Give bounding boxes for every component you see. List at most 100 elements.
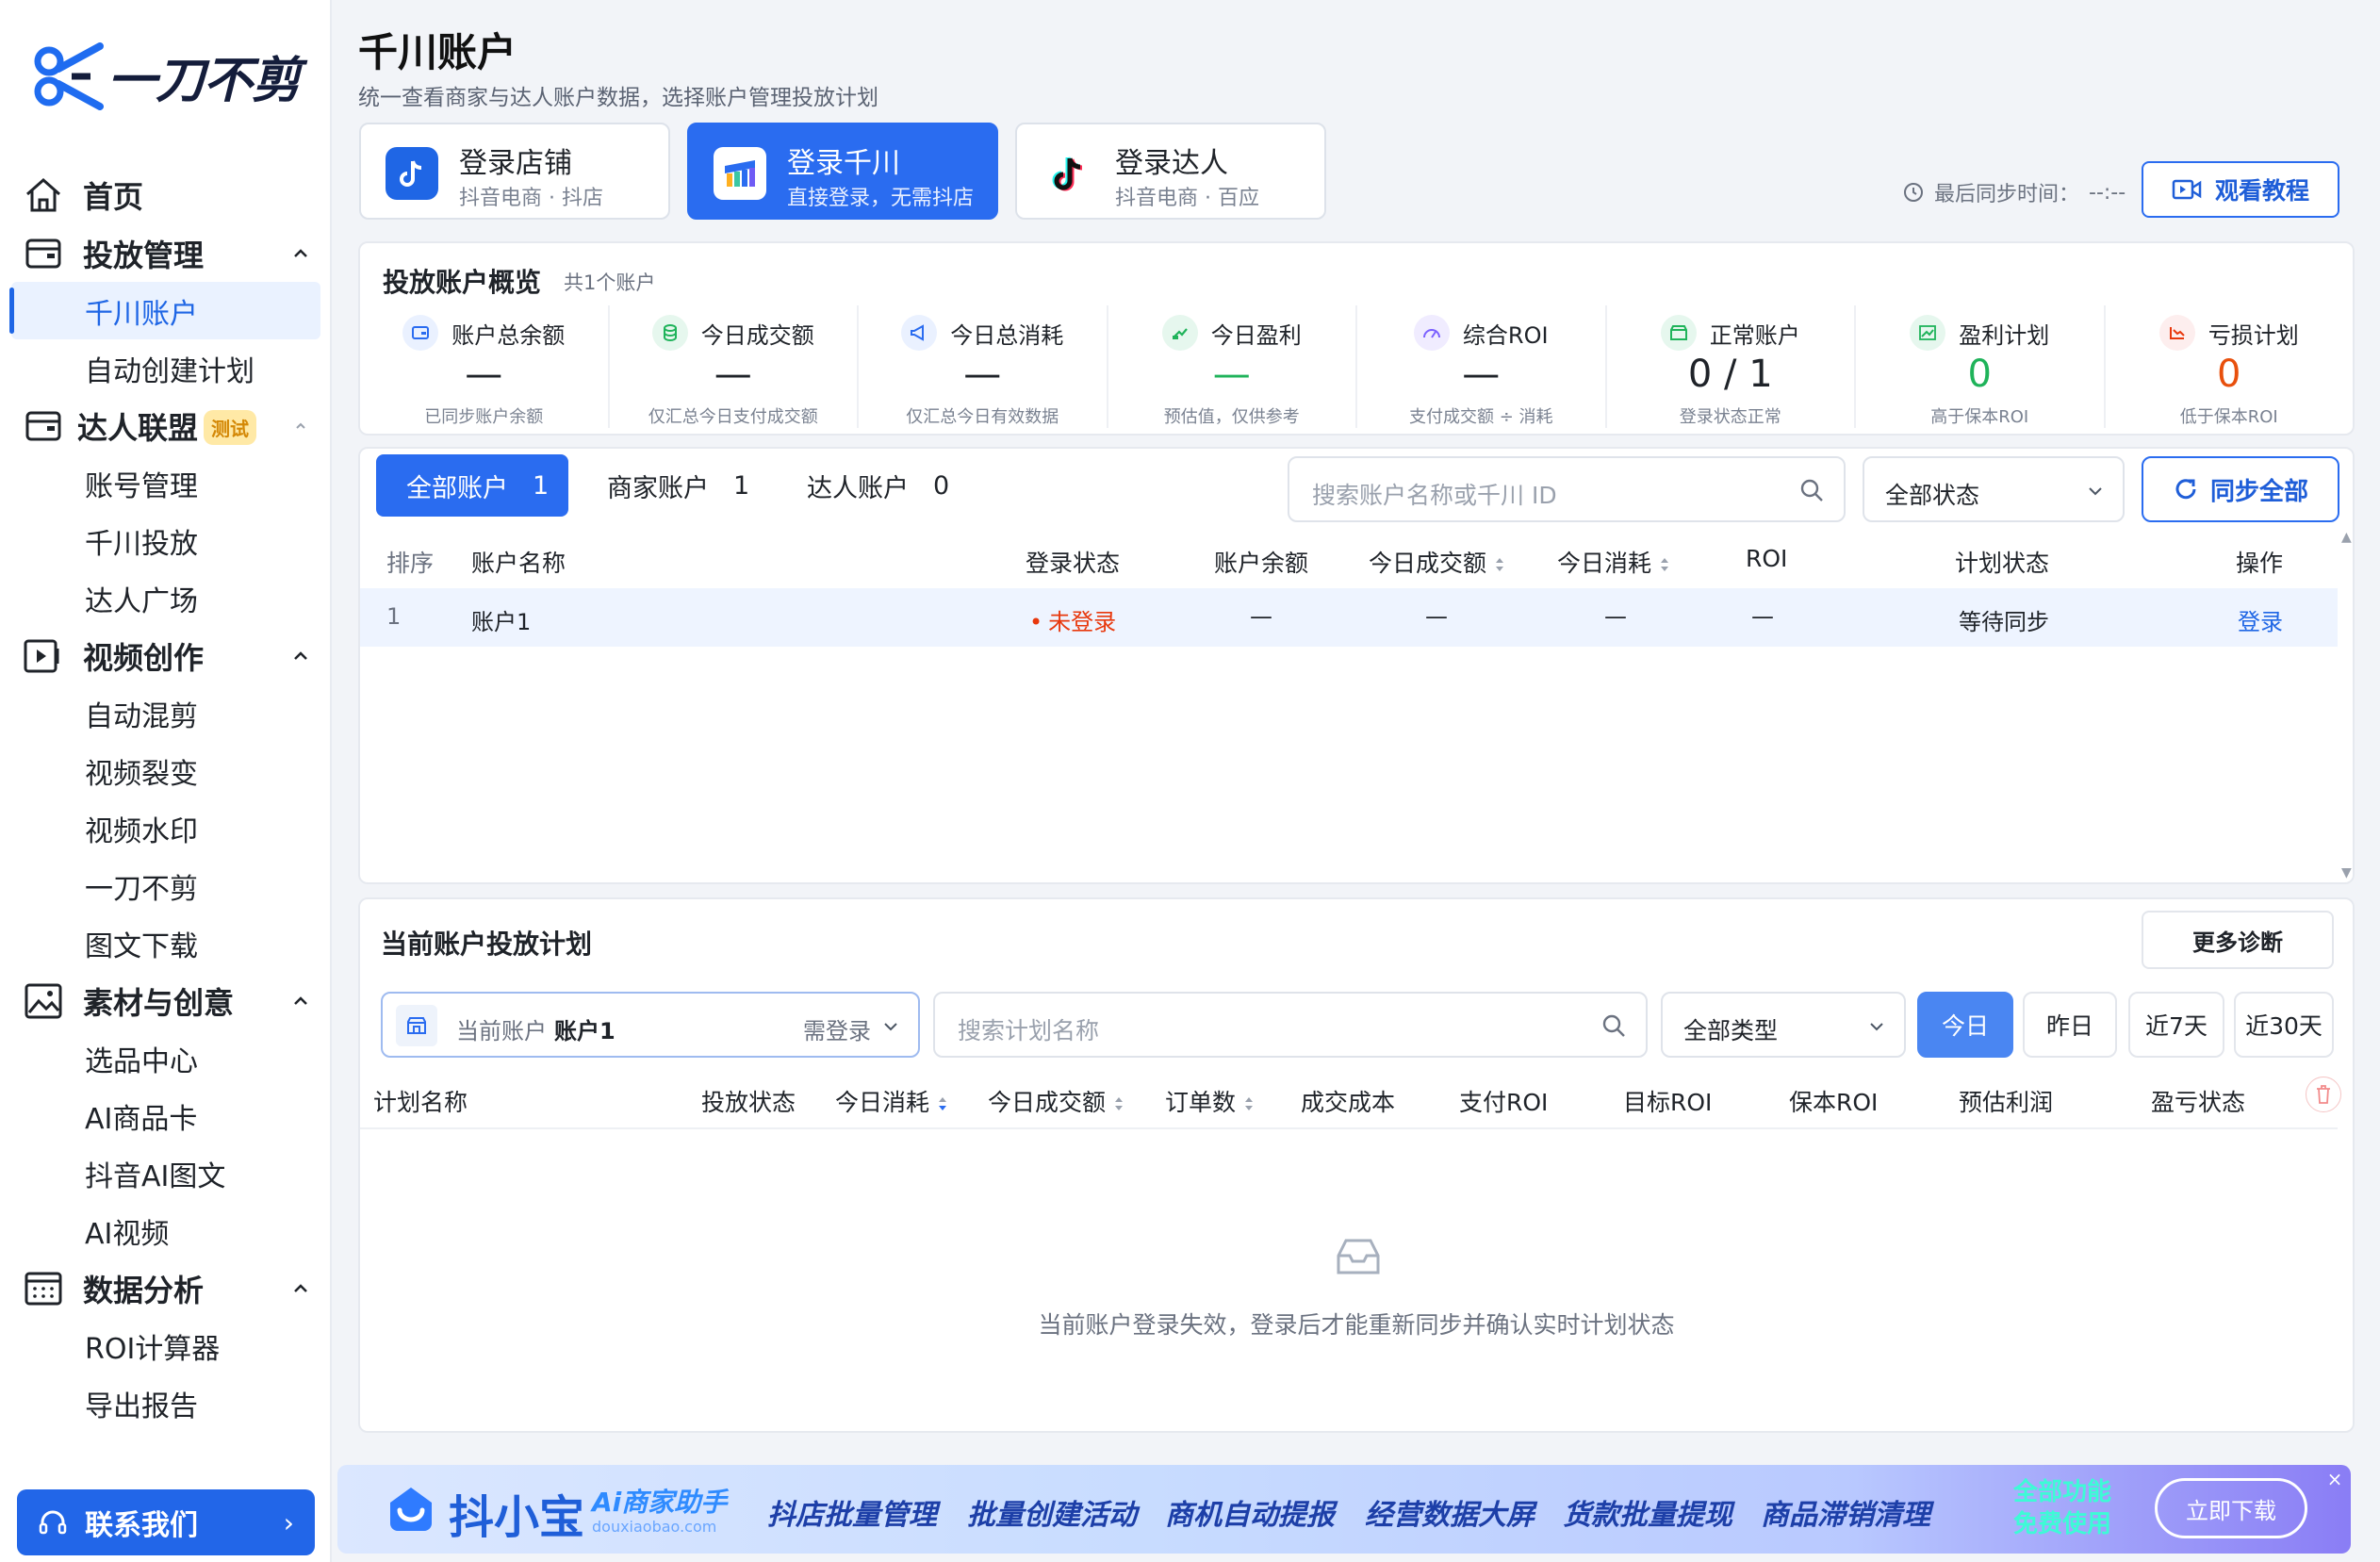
tab-all-accounts[interactable]: 全部账户 1 (376, 454, 568, 517)
tab-influencer-accounts[interactable]: 达人账户 0 (779, 454, 963, 517)
trend-up-icon (1910, 315, 1946, 351)
metric-label: 综合ROI (1462, 321, 1549, 349)
col-today-cost[interactable]: 今日消耗 (835, 1084, 948, 1118)
sidebar-group-ads[interactable]: 投放管理 (0, 224, 332, 282)
sidebar-item-home[interactable]: 首页 (0, 166, 332, 224)
day-today-button[interactable]: 今日 (1917, 992, 2013, 1058)
sidebar-nav: 首页 投放管理 千川账户 自动创建计划 达人联盟 测试 账号管理 千川投放 达人… (0, 166, 332, 1432)
sidebar-item-auto-create-plan[interactable]: 自动创建计划 (0, 339, 332, 397)
tab-merchant-accounts[interactable]: 商家账户 1 (577, 454, 762, 517)
metric-loss-plans: 亏损计划 0 低于保本ROI (2106, 305, 2354, 428)
metric-today-cost: 今日总消耗 — 仅汇总今日有效数据 (859, 305, 1108, 428)
sidebar-item-image-download[interactable]: 图文下载 (0, 914, 332, 972)
metric-sub: 仅汇总今日有效数据 (906, 407, 1059, 427)
account-status-select[interactable]: 全部状态 (1863, 456, 2125, 522)
row-roi: — (1751, 603, 1774, 630)
metric-sub: 高于保本ROI (1930, 407, 2029, 427)
sidebar-item-account-manage[interactable]: 账号管理 (0, 454, 332, 512)
scroll-down-icon[interactable]: ▼ (2341, 865, 2352, 880)
chevron-up-icon (294, 248, 307, 257)
promo-banner[interactable]: 抖小宝 Ai商家助手 douxiaobao.com 抖店批量管理 批量创建活动 … (337, 1465, 2351, 1554)
more-diagnosis-button[interactable]: 更多诊断 (2142, 911, 2334, 969)
contact-us-button[interactable]: 联系我们 › (17, 1489, 315, 1555)
sync-all-button[interactable]: 同步全部 (2142, 456, 2339, 522)
qianchuan-icon (714, 147, 766, 200)
douxiaobao-logo-icon (390, 1488, 432, 1531)
empty-state-text: 当前账户登录失效，登录后才能重新同步并确认实时计划状态 (1038, 1311, 1675, 1339)
sidebar-item-douyin-ai-image[interactable]: 抖音AI图文 (0, 1144, 332, 1202)
watch-tutorial-button[interactable]: 观看教程 (2142, 161, 2339, 218)
col-deal-cost: 成交成本 (1301, 1089, 1396, 1116)
col-plan-status: 计划状态 (1955, 550, 2050, 577)
sidebar-item-ai-product-card[interactable]: AI商品卡 (0, 1087, 332, 1144)
row-login-link[interactable]: 登录 (2238, 603, 2283, 636)
sidebar-item-product-center[interactable]: 选品中心 (0, 1029, 332, 1087)
sidebar-item-roi-calculator[interactable]: ROI计算器 (0, 1317, 332, 1374)
metric-sub: 支付成交额 ÷ 消耗 (1408, 407, 1553, 427)
test-badge: 测试 (204, 410, 256, 445)
sidebar-item-no-cut[interactable]: 一刀不剪 (0, 857, 332, 914)
day-30days-button[interactable]: 近30天 (2234, 992, 2334, 1058)
sidebar-item-video-split[interactable]: 视频裂变 (0, 742, 332, 799)
account-name: 账户1 (554, 1018, 616, 1044)
day-7days-button[interactable]: 近7天 (2128, 992, 2224, 1058)
table-row[interactable]: 1 账户1 未登录 — — — — 等待同步 登录 (360, 588, 2338, 647)
search-icon (1800, 479, 1823, 501)
search-icon (1602, 1014, 1625, 1037)
app-logo[interactable]: 一刀不剪 (34, 38, 307, 113)
col-today-gmv[interactable]: 今日成交额 (1369, 545, 1505, 579)
page-title: 千川账户 (358, 29, 517, 75)
login-qianchuan-card[interactable]: 登录千川 直接登录，无需抖店 (687, 123, 998, 220)
col-target-roi: 目标ROI (1623, 1089, 1713, 1116)
sidebar-group-video[interactable]: 视频创作 (0, 627, 332, 684)
day-yesterday-button[interactable]: 昨日 (2023, 992, 2117, 1058)
contact-label: 联系我们 (85, 1509, 198, 1542)
calendar-grid-icon (23, 1268, 64, 1309)
sort-icon (939, 1097, 947, 1110)
plan-type-select[interactable]: 全部类型 (1661, 992, 1906, 1058)
col-profit-status: 盈亏状态 (2151, 1089, 2246, 1116)
chevron-up-icon (294, 1283, 307, 1292)
plan-search-input[interactable]: 搜索计划名称 (933, 992, 1648, 1058)
overview-title: 投放账户概览 (383, 267, 542, 298)
login-shop-card[interactable]: 登录店铺 抖音电商 · 抖店 (359, 123, 670, 220)
sidebar-group-analytics[interactable]: 数据分析 (0, 1259, 332, 1317)
watch-tutorial-label: 观看教程 (2214, 177, 2309, 205)
sidebar-item-qianchuan-ads[interactable]: 千川投放 (0, 512, 332, 569)
metric-label: 正常账户 (1709, 321, 1800, 349)
sidebar-item-auto-mix[interactable]: 自动混剪 (0, 684, 332, 742)
metric-label: 今日成交额 (700, 321, 814, 349)
sidebar-item-video-watermark[interactable]: 视频水印 (0, 799, 332, 857)
profit-icon (1161, 315, 1198, 351)
sidebar-item-influencer-square[interactable]: 达人广场 (0, 569, 332, 627)
current-account-select[interactable]: 当前账户 账户1 需登录 (381, 992, 920, 1058)
last-sync-time: 最后同步时间： --:-- (1902, 177, 2126, 207)
scroll-up-icon[interactable]: ▲ (2341, 530, 2352, 545)
col-today-gmv[interactable]: 今日成交额 (988, 1084, 1124, 1118)
metric-sub: 仅汇总今日支付成交额 (648, 407, 818, 427)
sidebar-item-qianchuan-account[interactable]: 千川账户 (9, 282, 320, 339)
close-icon[interactable]: × (2324, 1469, 2345, 1489)
col-breakeven-roi: 保本ROI (1789, 1089, 1879, 1116)
col-label: 今日成交额 (1369, 550, 1487, 577)
banner-feature: 商机自动提报 (1165, 1499, 1335, 1532)
tab-count: 0 (933, 470, 950, 501)
wallet-icon (402, 315, 439, 351)
col-label: 今日消耗 (1557, 550, 1652, 577)
sidebar-group-label: 达人联盟 (77, 409, 199, 446)
banner-free-text: 全部功能 免费使用 (2013, 1476, 2111, 1540)
metric-total-balance: 账户总余额 — 已同步账户余额 (360, 305, 610, 428)
sidebar: 一刀不剪 首页 投放管理 千川账户 自动创建计划 达人联盟 测试 账号管理 千川… (0, 0, 332, 1562)
login-influencer-card[interactable]: 登录达人 抖音电商 · 百应 (1015, 123, 1326, 220)
download-now-button[interactable]: 立即下载 (2155, 1478, 2307, 1538)
account-search-input[interactable]: 搜索账户名称或千川 ID (1288, 456, 1846, 522)
sidebar-group-influencer[interactable]: 达人联盟 测试 (0, 397, 332, 454)
delete-button[interactable] (2306, 1077, 2341, 1112)
login-card-sub: 直接登录，无需抖店 (787, 187, 975, 210)
douyin-shop-icon (386, 147, 438, 200)
col-today-cost[interactable]: 今日消耗 (1557, 545, 1670, 579)
sidebar-item-export-report[interactable]: 导出报告 (0, 1374, 332, 1432)
col-orders[interactable]: 订单数 (1165, 1084, 1255, 1118)
sidebar-group-material[interactable]: 素材与创意 (0, 972, 332, 1029)
sidebar-item-ai-video[interactable]: AI视频 (0, 1202, 332, 1259)
